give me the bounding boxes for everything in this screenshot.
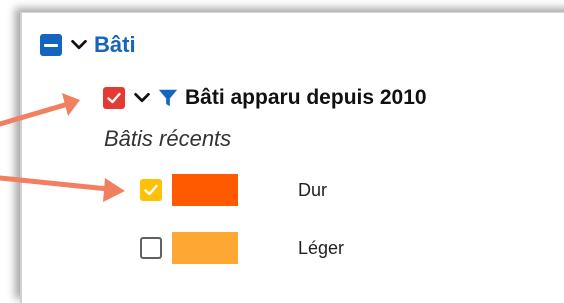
annotation-arrows bbox=[0, 93, 125, 202]
arrow-to-item-checkbox bbox=[0, 175, 125, 202]
arrow-to-layer-checkbox bbox=[0, 93, 80, 127]
